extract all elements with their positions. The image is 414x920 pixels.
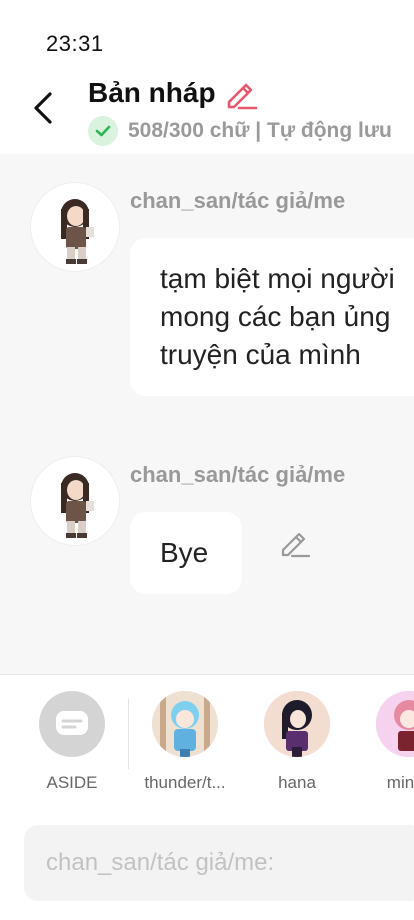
character-thunder[interactable]: thunder/t... — [140, 691, 230, 793]
message-bubble[interactable]: Bye — [130, 512, 242, 594]
title-row: Bản nháp — [88, 76, 258, 110]
message-input[interactable] — [24, 825, 414, 901]
character-avatar-icon — [264, 691, 330, 757]
status-bar: 23:31 — [0, 0, 414, 70]
message-line: tạm biệt mọi người — [160, 263, 395, 294]
character-aside[interactable]: ASIDE — [27, 691, 117, 793]
chevron-left-icon — [34, 92, 52, 124]
sender-avatar[interactable] — [30, 182, 120, 272]
character-avatar-icon — [376, 691, 414, 757]
status-time: 23:31 — [46, 31, 104, 56]
edit-message-icon[interactable] — [278, 526, 312, 560]
character-label: hana — [278, 773, 316, 792]
aside-avatar — [39, 691, 105, 757]
character-avatar-icon — [61, 473, 94, 538]
character-minaji[interactable]: minaji — [364, 691, 414, 793]
message-line: mong các bạn ủng — [160, 301, 391, 332]
save-status: 508/300 chữ | Tự động lưu — [88, 116, 392, 146]
message-line: Bye — [160, 537, 209, 568]
sender-name: chan_san/tác giả/me — [130, 188, 346, 213]
chat-area: chan_san/tác giả/me tạm biệt mọi người m… — [0, 154, 414, 674]
character-label: ASIDE — [46, 773, 98, 792]
word-count-status: 508/300 chữ | Tự động lưu — [128, 119, 392, 142]
message-line: truyện của mình — [160, 339, 361, 370]
character-label: thunder/t... — [144, 773, 226, 792]
character-hana[interactable]: hana — [252, 691, 342, 793]
character-avatar-icon — [61, 199, 94, 264]
character-selector: ASIDE thunder/t... hana min — [0, 674, 414, 806]
message-bubble[interactable]: tạm biệt mọi người mong các bạn ủng truy… — [130, 238, 414, 396]
page-title: Bản nháp — [88, 77, 216, 108]
character-label: minaji — [386, 773, 414, 792]
check-icon — [88, 116, 118, 146]
input-area — [0, 805, 414, 920]
hana-avatar — [264, 691, 330, 757]
header: Bản nháp 508/300 chữ | Tự động lưu — [0, 70, 414, 154]
character-avatar-icon — [152, 691, 218, 757]
chat-bubble-icon — [56, 711, 88, 735]
divider — [128, 699, 129, 769]
back-button[interactable] — [28, 88, 64, 128]
sender-name: chan_san/tác giả/me — [130, 462, 346, 487]
pencil-icon[interactable] — [224, 76, 258, 110]
thunder-avatar — [152, 691, 218, 757]
sender-avatar[interactable] — [30, 456, 120, 546]
minaji-avatar — [376, 691, 414, 757]
